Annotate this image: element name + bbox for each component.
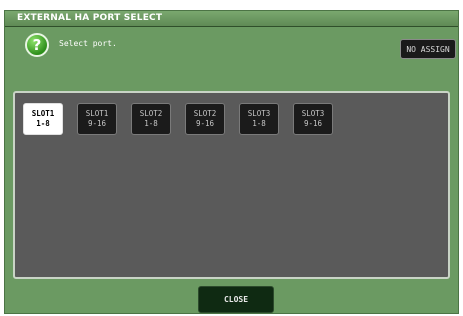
slot-button-slot1-1-8[interactable]: SLOT1 1-8 [23,103,63,135]
slot-label-range: 9-16 [87,119,107,128]
prompt-text: Select port. [59,39,117,48]
slot-label-name: SLOT1 [31,109,55,118]
dialog-title: EXTERNAL HA PORT SELECT [17,13,163,23]
slot-label-range: 1-8 [252,119,266,128]
dialog-titlebar: EXTERNAL HA PORT SELECT [5,11,458,27]
slot-button-slot2-9-16[interactable]: SLOT2 9-16 [185,103,225,135]
close-button[interactable]: CLOSE [198,286,274,313]
slot-label-name: SLOT2 [193,109,217,118]
slot-label-range: 9-16 [195,119,215,128]
slot-label-name: SLOT3 [247,109,271,118]
slot-button-slot1-9-16[interactable]: SLOT1 9-16 [77,103,117,135]
slot-panel: SLOT1 1-8 SLOT1 9-16 SLOT2 1-8 SLOT2 9-1… [13,91,450,279]
question-icon: ? [25,33,49,57]
slot-label-name: SLOT1 [85,109,109,118]
slot-label-range: 9-16 [303,119,323,128]
slot-label-name: SLOT2 [139,109,163,118]
slot-button-slot3-1-8[interactable]: SLOT3 1-8 [239,103,279,135]
port-select-dialog: EXTERNAL HA PORT SELECT ? Select port. N… [4,10,459,314]
slot-button-slot2-1-8[interactable]: SLOT2 1-8 [131,103,171,135]
slot-label-name: SLOT3 [301,109,325,118]
slot-label-range: 1-8 [36,119,50,128]
no-assign-button[interactable]: NO ASSIGN [400,39,456,59]
slot-label-range: 1-8 [144,119,158,128]
slot-button-slot3-9-16[interactable]: SLOT3 9-16 [293,103,333,135]
